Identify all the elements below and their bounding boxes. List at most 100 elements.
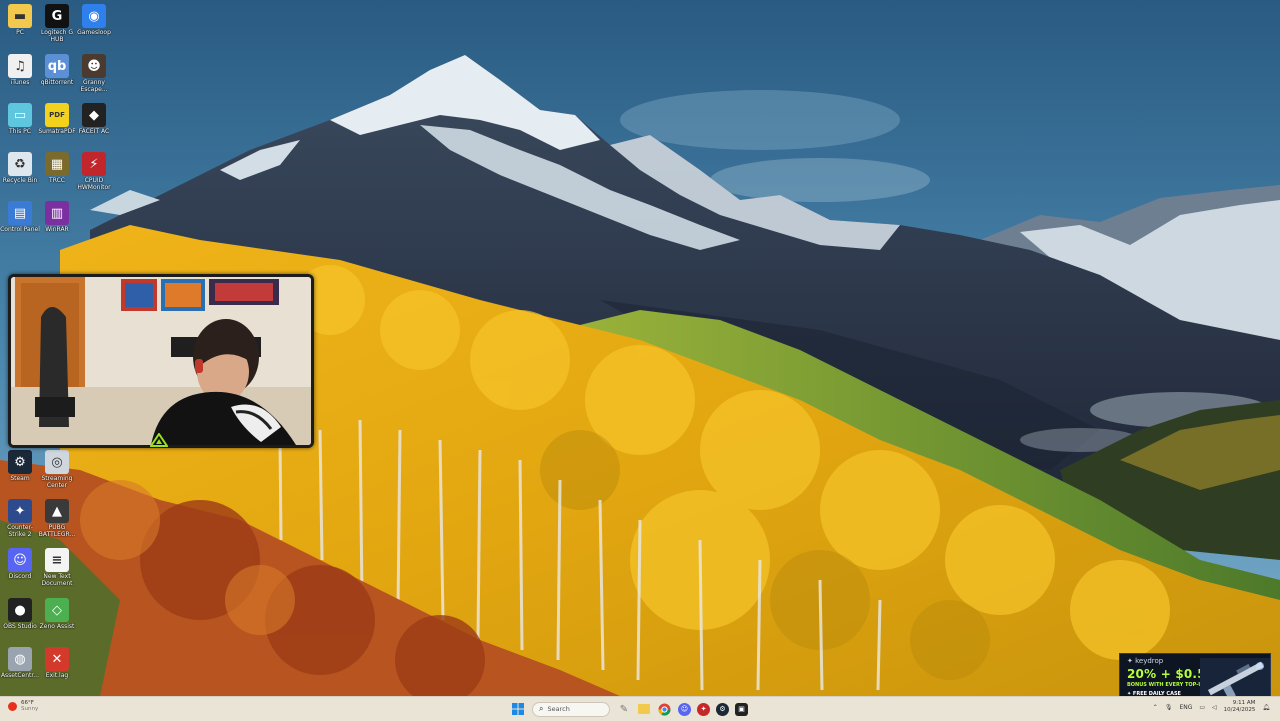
desktop-icon-label: Control Panel [0,226,40,233]
rifle-icon [1200,658,1270,700]
microphone-icon[interactable]: 🎙︎ [1165,704,1173,711]
desktop-icon-label: Steam [10,475,30,482]
desktop-icon-label: Zeno Assist [39,623,75,630]
desktop-icon-winrar[interactable]: ▥ WinRAR [37,197,77,233]
desktop-icon-label: iTunes [10,79,30,86]
desktop-icon-label: Discord [8,573,32,580]
desktop-icon-label: AssetCentr... [0,672,40,679]
desktop-icon-label: FACEIT AC [78,128,110,135]
discord-icon: ☺ [8,548,32,572]
windows-logo-icon [512,703,524,715]
clock[interactable]: 9:11 AM 10/24/2025 [1224,700,1256,714]
taskbar: 66°F Sunny ⌕ Search ✎ ☺ ✦ ⚙ ▣ ⌃ 🎙︎ ENG ▭… [0,696,1280,721]
steam-icon: ⚙ [8,450,32,474]
desktop-icon-label: Counter-Strike 2 [7,524,33,538]
desktop-icon-control-panel[interactable]: ▤ Control Panel [0,197,40,233]
keydrop-ad-banner[interactable]: ✦ keydrop 20% + $0.50 BONUS WITH EVERY T… [1119,653,1271,702]
clock-date: 10/24/2025 [1223,707,1256,713]
desktop-icon-label: PC [16,29,24,36]
cpuid-hwmonitor-icon: ⚡ [82,152,106,176]
desktop-icon-discord[interactable]: ☺ Discord [0,544,40,580]
winrar-icon: ▥ [45,201,69,225]
desktop-icon-zeno-assist[interactable]: ◇ Zeno Assist [37,594,77,630]
notification-bell-icon[interactable]: 🔔︎ [1262,704,1270,711]
this-pc-icon: ▭ [8,103,32,127]
exitlag-icon: ✕ [45,647,69,671]
taskbar-app-red[interactable]: ✦ [697,702,710,716]
zeno-assist-icon: ◇ [45,598,69,622]
chrome-button[interactable] [656,701,672,717]
weather-condition: Sunny [21,706,39,712]
desktop-icon-obs-studio[interactable]: ● OBS Studio [0,594,40,630]
desktop-icon-label: TRCC [49,177,65,184]
volume-icon[interactable]: ◁ [1212,704,1217,711]
search-icon: ⌕ [539,704,544,713]
desktop-icon-new-text-document[interactable]: ≡ New Text Document [37,544,77,587]
assetcentr-icon: ◍ [8,647,32,671]
desktop-icon-label: OBS Studio [3,623,37,630]
desktop-icon-sumatrapdf[interactable]: PDF SumatraPDF [37,99,77,135]
granny-escape-icon: ☻ [82,54,106,78]
desktop-icon-label: WinRAR [45,226,69,233]
desktop-icon-faceit-ac[interactable]: ◆ FACEIT AC [74,99,114,135]
desktop-icon-pc[interactable]: ▬ PC [0,0,40,36]
chrome-icon [658,703,670,716]
desktop-icon-counter-strike-2[interactable]: ✦ Counter-Strike 2 [0,495,40,538]
desktop-icon-label: SumatraPDF [38,128,76,135]
trcc-icon: ▦ [45,152,69,176]
desktop-icon-recycle-bin[interactable]: ♻ Recycle Bin [0,148,40,184]
stream-logo-icon [150,433,168,447]
sumatrapdf-icon: PDF [45,103,69,127]
itunes-icon: ♫ [8,54,32,78]
webcam-overlay [8,274,314,448]
steam-taskbar-button[interactable]: ⚙ [716,702,729,716]
network-icon[interactable]: ▭ [1199,704,1205,711]
taskbar-app-dark[interactable]: ▣ [735,702,748,716]
start-button[interactable] [510,701,526,717]
streaming-center-icon: ◎ [45,450,69,474]
desktop-icon-label: Recycle Bin [2,177,38,184]
taskbar-search-box[interactable]: ⌕ Search [532,701,610,717]
desktop-icon-exitlag[interactable]: ✕ Exit.lag [37,643,77,679]
clock-time: 9:11 AM [1232,700,1256,706]
desktop-icon-steam[interactable]: ⚙ Steam [0,446,40,482]
desktop-icon-trcc[interactable]: ▦ TRCC [37,148,77,184]
desktop-icon-label: CPUID HWMonitor [77,177,111,191]
desktop-icon-label: qBittorrent [40,79,74,86]
logitech-g-hub-icon: G [45,4,69,28]
desktop-icon-logitech-g-hub[interactable]: G Logitech G HUB [37,0,77,43]
language-indicator[interactable]: ENG [1179,704,1192,711]
desktop-icon-label: New Text Document [41,573,73,587]
ad-brand: ✦ keydrop [1127,657,1164,665]
desktop-icon-itunes[interactable]: ♫ iTunes [0,50,40,86]
gamesloop-icon: ◉ [82,4,106,28]
desktop-icon-pubg[interactable]: ▲ PUBG BATTLEGR... [37,495,77,538]
desktop-icon-granny-escape[interactable]: ☻ Granny Escape... [74,50,114,93]
desktop-icon-label: Logitech G HUB [40,29,74,43]
desktop-icon-streaming-center[interactable]: ◎ Streaming Center [37,446,77,489]
system-tray: ⌃ 🎙︎ ENG ▭ ◁ 9:11 AM 10/24/2025 🔔︎ [1153,700,1270,714]
desktop-icon-cpuid-hwmonitor[interactable]: ⚡ CPUID HWMonitor [74,148,114,191]
obs-studio-icon: ● [8,598,32,622]
pc-icon: ▬ [8,4,32,28]
desktop-icon-label: PUBG BATTLEGR... [38,524,76,538]
file-explorer-button[interactable] [638,704,650,714]
desktop-icon-label: This PC [9,128,31,135]
weather-sun-icon [8,701,17,711]
faceit-ac-icon: ◆ [82,103,106,127]
desktop-icon-label: Streaming Center [41,475,73,489]
taskbar-tool-app[interactable]: ✎ [616,701,632,717]
desktop-icon-qbittorrent[interactable]: qb qBittorrent [37,50,77,86]
desktop-icon-label: Exit.lag [45,672,69,679]
qbittorrent-icon: qb [45,54,69,78]
discord-taskbar-button[interactable]: ☺ [678,702,691,716]
desktop-icon-this-pc[interactable]: ▭ This PC [0,99,40,135]
counter-strike-2-icon: ✦ [8,499,32,523]
pubg-icon: ▲ [45,499,69,523]
desktop-icon-assetcentr[interactable]: ◍ AssetCentr... [0,643,40,679]
new-text-document-icon: ≡ [45,548,69,572]
control-panel-icon: ▤ [8,201,32,225]
desktop-icon-gamesloop[interactable]: ◉ Gamesloop [74,0,114,36]
chevron-up-icon[interactable]: ⌃ [1153,704,1158,711]
weather-widget[interactable]: 66°F Sunny [8,700,38,712]
